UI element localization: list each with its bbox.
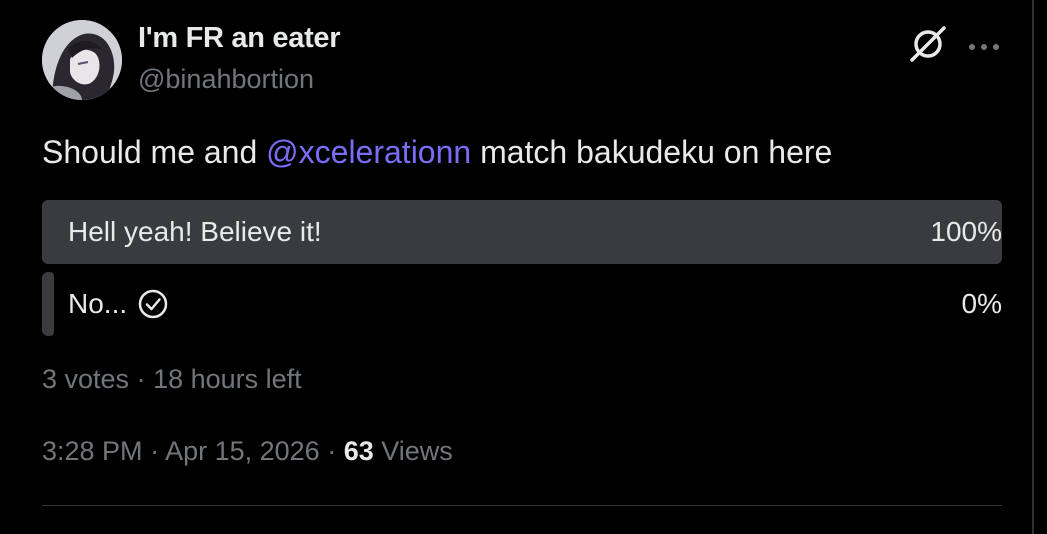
- poll-time-left: 18 hours left: [153, 364, 302, 394]
- tweet-date[interactable]: Apr 15, 2026: [165, 436, 320, 466]
- display-name[interactable]: I'm FR an eater: [138, 22, 341, 55]
- separator: ·: [319, 436, 344, 466]
- mention-link[interactable]: @xcelerationn: [266, 134, 471, 170]
- grok-icon[interactable]: [906, 24, 950, 64]
- poll-option-label: Hell yeah! Believe it!: [68, 216, 322, 247]
- timestamp-row: 3:28 PM · Apr 15, 2026 · 63 Views: [42, 436, 453, 467]
- poll-option[interactable]: No... 0%: [42, 272, 1002, 336]
- poll-option-label: No...: [68, 288, 128, 319]
- user-handle[interactable]: @binahbortion: [138, 64, 314, 95]
- tweet-text-start: Should me and: [42, 134, 267, 170]
- divider: [42, 505, 1002, 506]
- poll-option-label-row: Hell yeah! Believe it!: [68, 216, 322, 248]
- more-horizontal-icon[interactable]: [968, 38, 1000, 50]
- poll-option-percent: 0%: [961, 288, 1002, 319]
- poll-option-label-row: No...: [68, 288, 169, 320]
- tweet-text: Should me and @xcelerationn match bakude…: [42, 134, 832, 171]
- poll-option-percent: 100%: [930, 216, 1002, 247]
- tweet-time[interactable]: 3:28 PM: [42, 436, 143, 466]
- separator: ·: [142, 436, 166, 466]
- tweet-text-end: match bakudeku on here: [471, 134, 833, 170]
- poll-meta: 3 votes · 18 hours left: [42, 364, 302, 395]
- poll-option[interactable]: Hell yeah! Believe it! 100%: [42, 200, 1002, 264]
- panel-border: [1032, 0, 1047, 534]
- poll-result-bar: [42, 272, 54, 336]
- separator: ·: [129, 364, 154, 394]
- check-circle-icon: [137, 288, 169, 320]
- views-count: 63: [343, 436, 374, 466]
- avatar[interactable]: [42, 20, 122, 100]
- poll-votes: 3 votes: [42, 364, 130, 394]
- views-label: Views: [381, 436, 453, 466]
